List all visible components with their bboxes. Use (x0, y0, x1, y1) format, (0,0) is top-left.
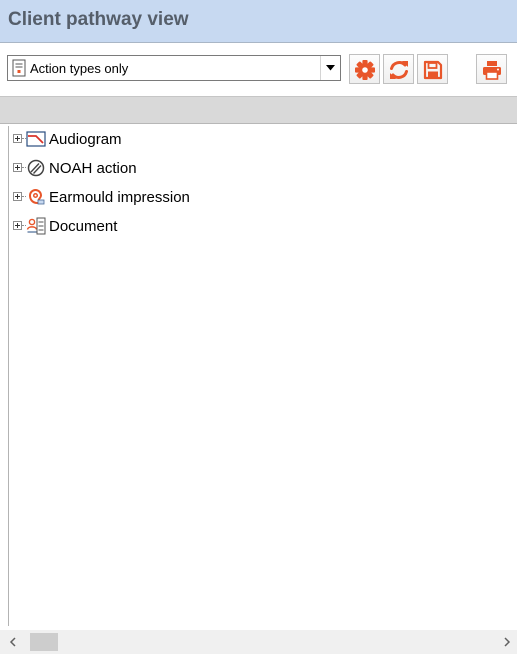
expand-icon[interactable] (13, 163, 22, 172)
filter-document-icon (12, 59, 26, 77)
refresh-button[interactable] (383, 54, 414, 84)
tree-item-earmould-impression[interactable]: Earmould impression (9, 187, 269, 207)
expand-icon[interactable] (13, 192, 22, 201)
filter-selected-value: Action types only (30, 61, 129, 76)
tree-item-noah-action[interactable]: NOAH action (9, 158, 209, 178)
noah-icon (27, 159, 45, 177)
scroll-right-icon[interactable] (497, 632, 517, 652)
panel-title: Client pathway view (8, 9, 189, 30)
printer-icon (483, 61, 501, 80)
toolbar: Action types only (0, 43, 517, 96)
refresh-icon (390, 61, 408, 79)
header-strip (0, 96, 517, 124)
document-icon (26, 217, 46, 235)
settings-button[interactable] (349, 54, 380, 84)
pathway-tree[interactable]: Audiogram NOAH action Earmould impressio… (8, 126, 517, 626)
tree-item-document[interactable]: Document (9, 216, 209, 236)
gear-icon (355, 60, 375, 80)
horizontal-scrollbar[interactable] (0, 630, 517, 654)
tree-item-audiogram[interactable]: Audiogram (9, 129, 209, 149)
ear-impression-icon (28, 189, 45, 205)
panel-title-bar: Client pathway view (0, 0, 517, 43)
dropdown-button[interactable] (320, 56, 340, 80)
tree-item-label: Earmould impression (49, 189, 190, 206)
scroll-left-icon[interactable] (3, 632, 23, 652)
tree-item-label: Audiogram (49, 131, 122, 148)
tree-item-label: Document (49, 218, 118, 235)
chevron-down-icon (326, 65, 335, 71)
filter-dropdown[interactable]: Action types only (7, 55, 341, 81)
save-button[interactable] (417, 54, 448, 84)
save-icon (423, 60, 443, 80)
expand-icon[interactable] (13, 134, 22, 143)
expand-icon[interactable] (13, 221, 22, 230)
print-button[interactable] (476, 54, 507, 84)
audiogram-icon (26, 131, 46, 147)
tree-item-label: NOAH action (49, 160, 137, 177)
scrollbar-thumb[interactable] (30, 633, 58, 651)
